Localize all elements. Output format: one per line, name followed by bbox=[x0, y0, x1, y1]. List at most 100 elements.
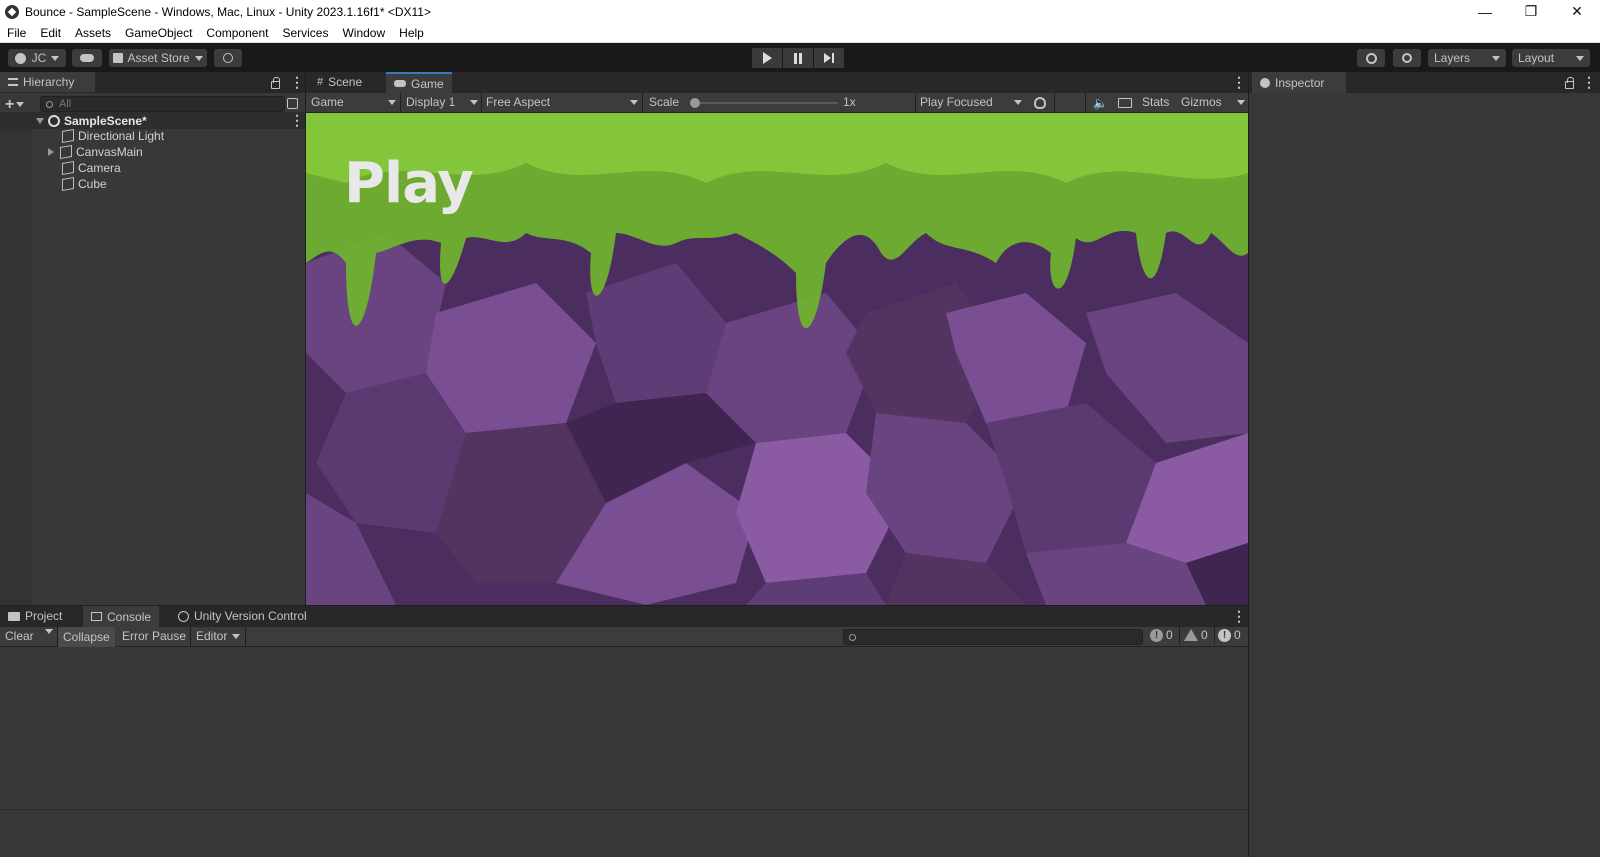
warning-icon bbox=[1184, 629, 1198, 641]
divider bbox=[481, 93, 482, 113]
menu-bar: File Edit Assets GameObject Component Se… bbox=[0, 23, 1600, 43]
game-view-options-icon[interactable]: ⋮ bbox=[1232, 74, 1246, 91]
divider bbox=[642, 93, 643, 113]
scene-options-icon[interactable]: ⋮ bbox=[290, 112, 304, 129]
scale-value: 1x bbox=[843, 95, 856, 109]
unity-logo-icon bbox=[5, 4, 19, 19]
package-icon bbox=[223, 53, 233, 63]
history-icon bbox=[1365, 52, 1377, 64]
inspector-options-icon[interactable]: ⋮ bbox=[1582, 74, 1596, 91]
grid-icon: # bbox=[317, 76, 324, 88]
layout-dropdown[interactable]: Layout bbox=[1512, 49, 1590, 67]
inspector-panel bbox=[1249, 93, 1600, 857]
log-count[interactable]: ! 0 bbox=[1150, 626, 1173, 644]
game-mode-dropdown[interactable]: Game bbox=[311, 95, 396, 109]
tab-hierarchy[interactable]: Hierarchy bbox=[0, 72, 95, 92]
game-viewport[interactable]: Play bbox=[306, 113, 1248, 605]
lock-icon[interactable] bbox=[1565, 77, 1574, 89]
main-toolbar: JC Asset Store Layers Layout bbox=[0, 43, 1600, 72]
divider bbox=[245, 627, 246, 647]
list-icon bbox=[8, 78, 18, 86]
restore-button[interactable]: ❐ bbox=[1508, 0, 1554, 23]
menu-assets[interactable]: Assets bbox=[68, 26, 118, 40]
editor-dropdown[interactable]: Editor bbox=[196, 629, 241, 643]
hierarchy-search-input[interactable]: All bbox=[40, 96, 285, 112]
play-icon bbox=[762, 52, 772, 64]
hierarchy-item-camera[interactable]: Camera bbox=[62, 160, 121, 176]
title-bar: Bounce - SampleScene - Windows, Mac, Lin… bbox=[0, 0, 1600, 23]
scale-slider[interactable] bbox=[690, 98, 838, 108]
clear-button[interactable]: Clear bbox=[5, 629, 34, 643]
scale-label: Scale bbox=[649, 95, 680, 109]
menu-edit[interactable]: Edit bbox=[33, 26, 68, 40]
play-title-text: Play bbox=[344, 151, 474, 216]
tab-version-control[interactable]: Unity Version Control bbox=[170, 606, 315, 626]
play-mode-dropdown[interactable]: Play Focused bbox=[920, 95, 1022, 109]
close-button[interactable]: ✕ bbox=[1554, 0, 1600, 23]
aspect-dropdown[interactable]: Free Aspect bbox=[486, 95, 638, 109]
scale-slider-handle[interactable] bbox=[690, 98, 700, 108]
error-icon: ! bbox=[1218, 628, 1231, 642]
bug-icon[interactable] bbox=[1034, 97, 1046, 109]
lock-icon[interactable] bbox=[271, 77, 280, 89]
shopping-bag-icon bbox=[113, 53, 124, 63]
tab-console[interactable]: Console bbox=[83, 606, 160, 627]
step-button[interactable] bbox=[814, 48, 844, 68]
tab-scene[interactable]: # Scene bbox=[309, 72, 370, 92]
asset-store-dropdown[interactable]: Asset Store bbox=[109, 49, 207, 67]
scene-row[interactable]: SampleScene* ⋮ bbox=[0, 112, 306, 129]
hierarchy-item-directional-light[interactable]: Directional Light bbox=[62, 128, 164, 144]
error-count[interactable]: ! 0 bbox=[1218, 626, 1241, 644]
divider bbox=[1214, 626, 1215, 644]
step-icon bbox=[824, 53, 831, 63]
console-search-input[interactable] bbox=[843, 629, 1143, 645]
menu-help[interactable]: Help bbox=[392, 26, 431, 40]
menu-component[interactable]: Component bbox=[199, 26, 275, 40]
search-icon bbox=[1402, 53, 1412, 63]
hierarchy-panel: + All SampleScene* ⋮ Directional Light C… bbox=[0, 93, 306, 605]
gameobject-icon bbox=[60, 144, 72, 160]
search-icon bbox=[849, 633, 856, 641]
folder-icon bbox=[8, 611, 20, 621]
pause-button[interactable] bbox=[783, 48, 813, 68]
expand-arrow-icon[interactable] bbox=[48, 148, 54, 156]
hierarchy-item-cube[interactable]: Cube bbox=[62, 176, 107, 192]
menu-window[interactable]: Window bbox=[335, 26, 392, 40]
stats-button[interactable]: Stats bbox=[1142, 95, 1169, 109]
error-pause-button[interactable]: Error Pause bbox=[122, 629, 186, 643]
account-dropdown[interactable]: JC bbox=[8, 49, 66, 67]
warning-count[interactable]: 0 bbox=[1184, 626, 1208, 644]
minimize-button[interactable]: — bbox=[1462, 0, 1508, 23]
version-control-icon bbox=[178, 610, 189, 622]
layers-dropdown[interactable]: Layers bbox=[1428, 49, 1506, 67]
audio-mute-icon[interactable]: 🔈 bbox=[1093, 96, 1108, 110]
undo-history-button[interactable] bbox=[1357, 49, 1385, 67]
info-icon: ! bbox=[1150, 628, 1163, 642]
scene-visibility-icon[interactable] bbox=[287, 98, 298, 109]
gameobject-icon bbox=[62, 128, 74, 144]
tab-game[interactable]: Game bbox=[386, 72, 452, 93]
clear-options-dropdown[interactable] bbox=[40, 629, 53, 634]
tab-project[interactable]: Project bbox=[0, 606, 70, 626]
more-options-icon[interactable]: ⋮ bbox=[290, 74, 304, 91]
cloud-button[interactable] bbox=[72, 49, 102, 67]
search-button[interactable] bbox=[1393, 49, 1421, 67]
package-button[interactable] bbox=[214, 49, 242, 67]
play-button[interactable] bbox=[752, 48, 782, 68]
menu-services[interactable]: Services bbox=[275, 26, 335, 40]
tab-inspector[interactable]: Inspector bbox=[1252, 72, 1346, 93]
expand-arrow-icon[interactable] bbox=[36, 117, 44, 124]
hierarchy-item-canvasmain[interactable]: CanvasMain bbox=[48, 144, 143, 160]
scene-name: SampleScene* bbox=[64, 113, 147, 128]
collapse-button[interactable]: Collapse bbox=[58, 627, 115, 647]
divider bbox=[400, 93, 401, 113]
divider bbox=[190, 627, 191, 647]
menu-gameobject[interactable]: GameObject bbox=[118, 26, 199, 40]
console-panel: Clear Collapse Error Pause Editor bbox=[0, 627, 1248, 857]
console-options-icon[interactable]: ⋮ bbox=[1232, 608, 1246, 625]
console-detail-area bbox=[0, 811, 1248, 857]
display-dropdown[interactable]: Display 1 bbox=[406, 95, 478, 109]
keyboard-icon[interactable] bbox=[1118, 98, 1132, 108]
menu-file[interactable]: File bbox=[0, 26, 33, 40]
gizmos-dropdown[interactable]: Gizmos bbox=[1181, 95, 1245, 109]
